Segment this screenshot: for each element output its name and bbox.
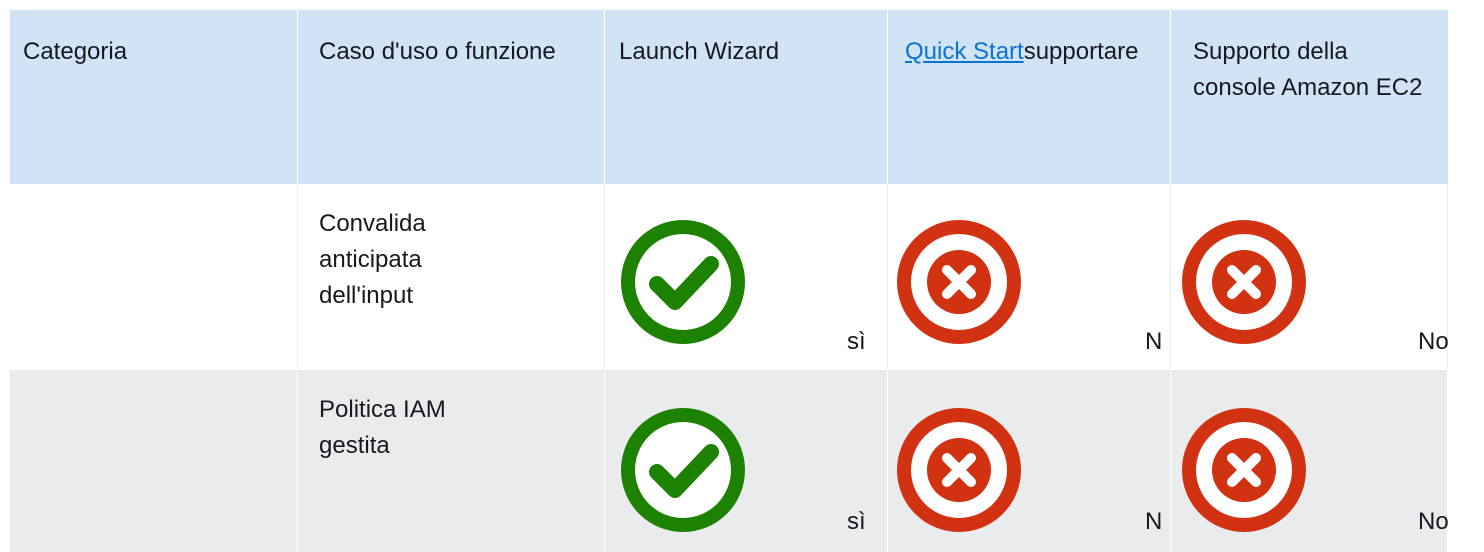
header-cell-category: Categoria — [10, 10, 298, 184]
x-circle-icon — [1180, 406, 1308, 534]
quick-start-answer: N — [1145, 328, 1163, 355]
ec2-console-answer: No — [1418, 328, 1449, 355]
comparison-table: Categoria Caso d'uso o funzione Launch W… — [0, 0, 1484, 552]
quick-start-cell: N — [888, 184, 1171, 370]
ec2-console-answer: No — [1418, 508, 1449, 535]
header-cell-feature: Caso d'uso o funzione — [298, 10, 605, 184]
quick-start-cell: N — [888, 370, 1171, 552]
feature-cell: Convalida anticipata dell'input — [298, 184, 605, 370]
table-header-row: Categoria Caso d'uso o funzione Launch W… — [10, 10, 1448, 184]
header-cell-ec2-console: Supporto della console Amazon EC2 — [1171, 10, 1448, 184]
quick-start-link[interactable]: Quick Start — [905, 38, 1024, 65]
launch-wizard-cell: sì — [605, 370, 888, 552]
header-cell-launch-wizard: Launch Wizard — [605, 10, 888, 184]
launch-wizard-answer: sì — [847, 508, 866, 535]
table-row: Politica IAM gestita sì N No — [10, 370, 1449, 552]
launch-wizard-cell: sì — [605, 184, 888, 370]
header-label-quick-start: Quick Startsupportare — [905, 34, 1165, 70]
header-cell-quick-start: Quick Startsupportare — [888, 10, 1171, 184]
check-circle-icon — [619, 406, 747, 534]
feature-text: Convalida anticipata dell'input — [319, 210, 426, 309]
ec2-console-cell: No — [1171, 184, 1449, 370]
check-circle-icon — [619, 218, 747, 346]
x-circle-icon — [895, 218, 1023, 346]
category-cell — [10, 370, 298, 552]
quick-start-answer: N — [1145, 508, 1163, 535]
ec2-console-cell: No — [1171, 370, 1449, 552]
feature-cell: Politica IAM gestita — [298, 370, 605, 552]
header-label-launch-wizard: Launch Wizard — [619, 38, 780, 65]
header-label-category: Categoria — [23, 38, 128, 65]
feature-text: Politica IAM gestita — [319, 396, 446, 459]
table-row: Convalida anticipata dell'input sì N No — [10, 184, 1449, 370]
x-circle-icon — [895, 406, 1023, 534]
header-label-feature: Caso d'uso o funzione — [319, 38, 556, 65]
launch-wizard-answer: sì — [847, 328, 866, 355]
header-label-ec2-console: Supporto della console Amazon EC2 — [1193, 38, 1423, 101]
x-circle-icon — [1180, 218, 1308, 346]
quick-start-suffix: supportare — [1023, 38, 1139, 65]
category-cell — [10, 184, 298, 370]
